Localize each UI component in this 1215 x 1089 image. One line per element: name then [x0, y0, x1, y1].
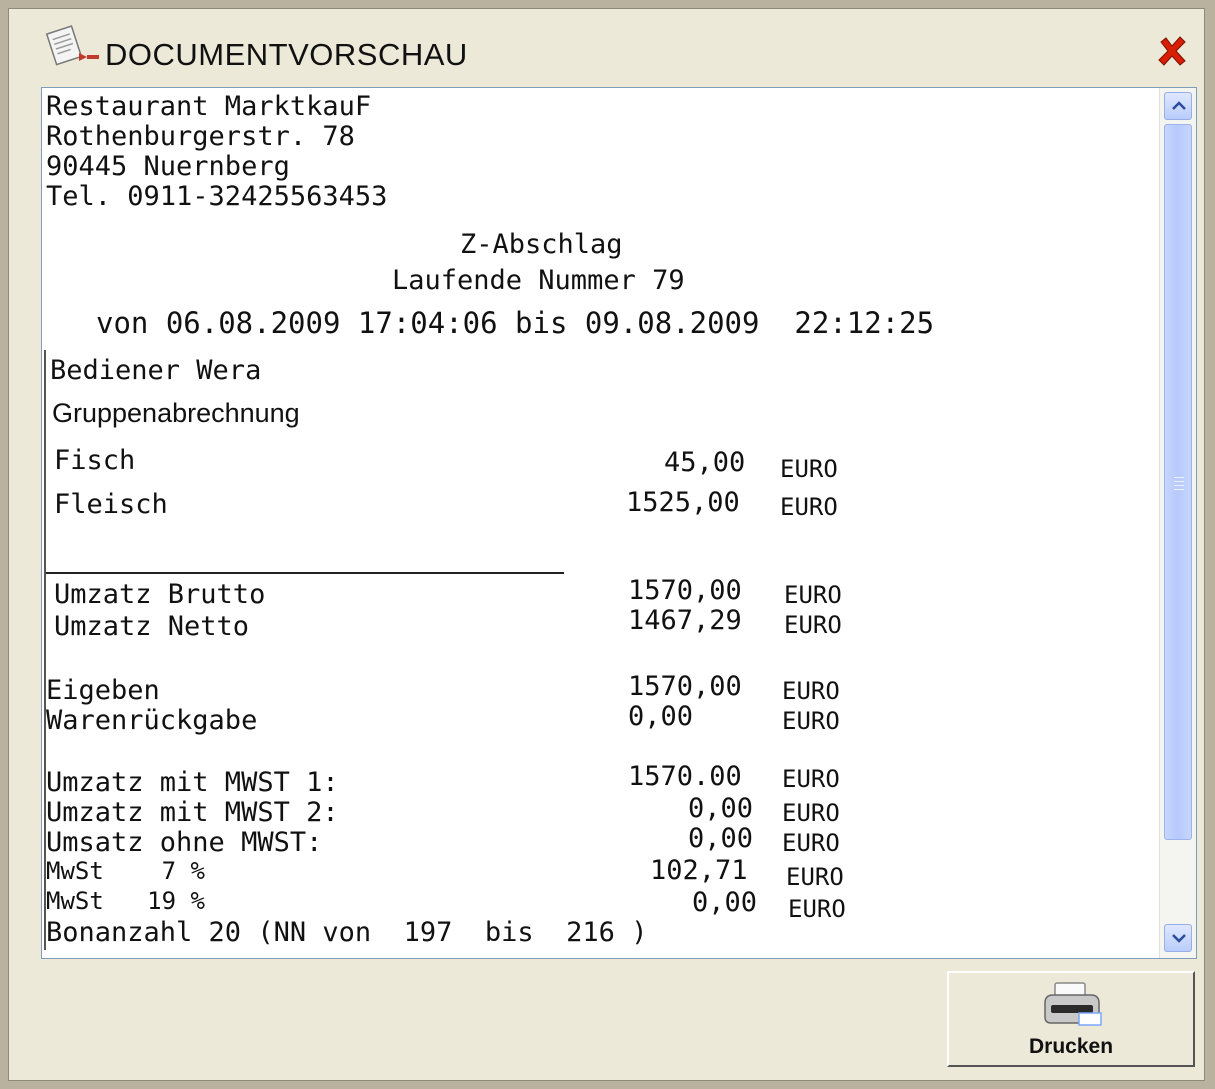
operator-name: Bediener Wera	[50, 355, 262, 386]
window-title: DOCUMENTVORSCHAU	[105, 37, 468, 72]
section-title: Gruppenabrechnung	[52, 398, 300, 428]
scroll-down-icon[interactable]	[1164, 924, 1192, 952]
document-preview-icon	[45, 25, 99, 66]
currency-unit: EURO	[786, 863, 844, 891]
total-amount: 1467,29	[628, 605, 742, 636]
report-period: von 06.08.2009 17:04:06 bis 09.08.2009 2…	[96, 306, 935, 340]
document-preview-area[interactable]: Restaurant MarktkauF Rothenburgerstr. 78…	[41, 87, 1197, 959]
print-button[interactable]: Drucken	[947, 971, 1195, 1067]
scrollbar-thumb[interactable]	[1164, 124, 1192, 840]
receipt-title: Z-Abschlag	[460, 229, 623, 260]
receipt-header-line: Restaurant MarktkauF	[46, 91, 372, 122]
entry-amount: 0,00	[628, 701, 694, 732]
close-icon[interactable]	[1154, 33, 1190, 69]
currency-unit: EURO	[784, 611, 842, 639]
currency-unit: EURO	[782, 829, 840, 857]
receipt-header-line: Tel. 0911-32425563453	[46, 181, 388, 212]
currency-unit: EURO	[788, 895, 846, 923]
tax-amount: 0,00	[688, 823, 754, 854]
receipt-document: Restaurant MarktkauF Rothenburgerstr. 78…	[42, 88, 1160, 958]
total-label: Umzatz Netto	[54, 611, 250, 642]
total-amount: 1570,00	[628, 575, 742, 606]
tax-amount: 102,71	[650, 855, 748, 886]
tax-amount: 1570.00	[628, 761, 742, 792]
receipt-header-line: Rothenburgerstr. 78	[46, 121, 355, 152]
running-number: Laufende Nummer 79	[392, 265, 685, 296]
group-amount: 45,00	[664, 447, 746, 478]
receipt-header-line: 90445 Nuernberg	[46, 151, 290, 182]
tax-label: Umzatz mit MWST 1:	[46, 767, 339, 798]
printer-icon	[1044, 982, 1102, 1026]
divider-line	[46, 572, 564, 574]
vertical-scrollbar[interactable]	[1159, 88, 1196, 958]
scroll-up-icon[interactable]	[1164, 92, 1192, 120]
title-bar: DOCUMENTVORSCHAU	[9, 9, 1204, 89]
currency-unit: EURO	[782, 765, 840, 793]
tax-label: Umsatz ohne MWST:	[46, 827, 323, 858]
group-label: Fisch	[54, 445, 136, 476]
entry-label: Eigeben	[46, 675, 160, 706]
currency-unit: EURO	[780, 493, 838, 521]
group-label: Fleisch	[54, 489, 168, 520]
tax-amount: 0,00	[688, 793, 754, 824]
document-preview-window: DOCUMENTVORSCHAU Restaurant MarktkauF Ro…	[8, 8, 1205, 1081]
tax-amount: 0,00	[692, 887, 758, 918]
entry-amount: 1570,00	[628, 671, 742, 702]
currency-unit: EURO	[784, 581, 842, 609]
entry-label: Warenrückgabe	[46, 705, 258, 736]
print-button-label: Drucken	[1028, 1035, 1114, 1058]
total-label: Umzatz Brutto	[54, 579, 266, 610]
tax-label: Umzatz mit MWST 2:	[46, 797, 339, 828]
currency-unit: EURO	[782, 799, 840, 827]
group-amount: 1525,00	[626, 487, 740, 518]
currency-unit: EURO	[782, 707, 840, 735]
receipt-count: Bonanzahl 20 (NN von 197 bis 216 )	[46, 917, 648, 948]
tax-label: MwSt 19 %	[46, 887, 205, 915]
currency-unit: EURO	[782, 677, 840, 705]
tax-label: MwSt 7 %	[46, 857, 205, 885]
currency-unit: EURO	[780, 455, 838, 483]
